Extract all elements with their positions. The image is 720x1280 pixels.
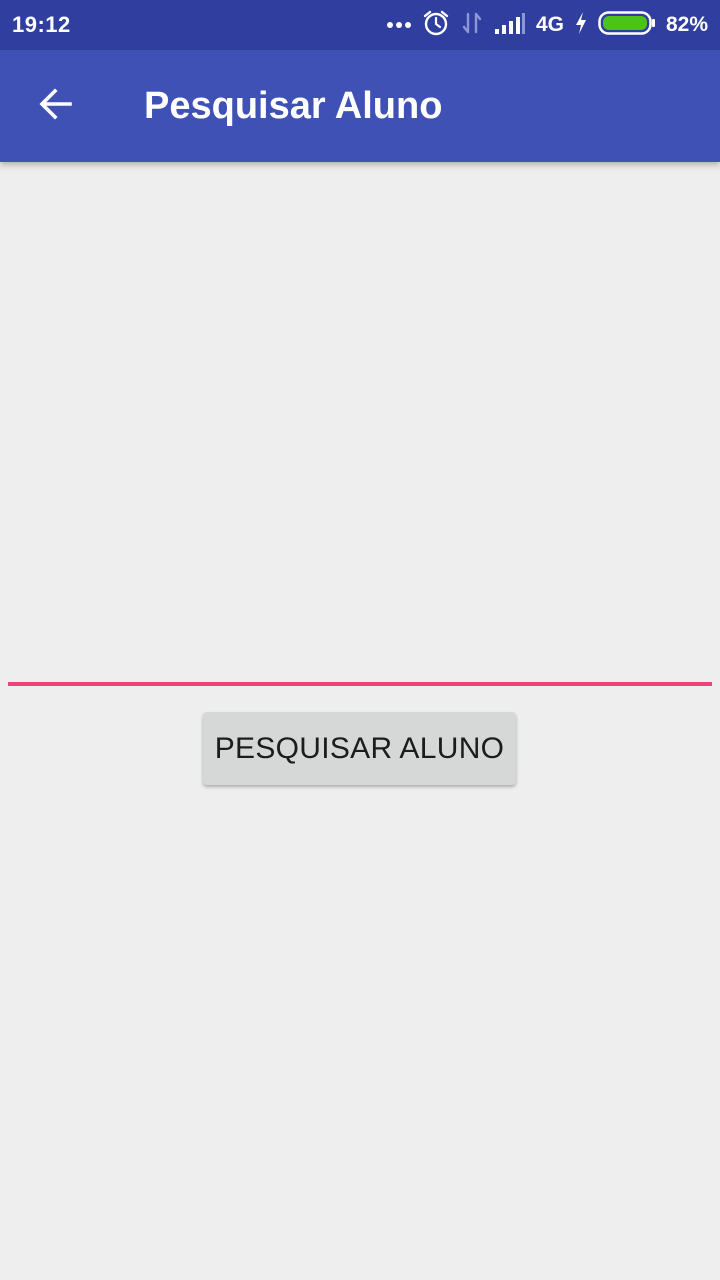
data-arrows-icon (460, 10, 484, 41)
more-dots-icon (386, 16, 412, 34)
search-input[interactable] (8, 600, 712, 686)
back-button[interactable] (0, 50, 112, 162)
charging-icon (574, 11, 588, 40)
status-time: 19:12 (12, 12, 71, 37)
battery-icon (598, 10, 656, 41)
network-type: 4G (535, 13, 564, 36)
status-icons: 4G 82% (386, 9, 708, 42)
alarm-icon (422, 9, 450, 42)
signal-icon (494, 11, 526, 40)
app-bar: Pesquisar Aluno (0, 50, 720, 162)
status-bar: 19:12 4G 82% (0, 0, 720, 50)
page-title: Pesquisar Aluno (144, 84, 443, 127)
search-button[interactable]: PESQUISAR ALUNO (203, 712, 516, 785)
battery-percent: 82% (665, 13, 708, 36)
arrow-back-icon (38, 86, 74, 127)
